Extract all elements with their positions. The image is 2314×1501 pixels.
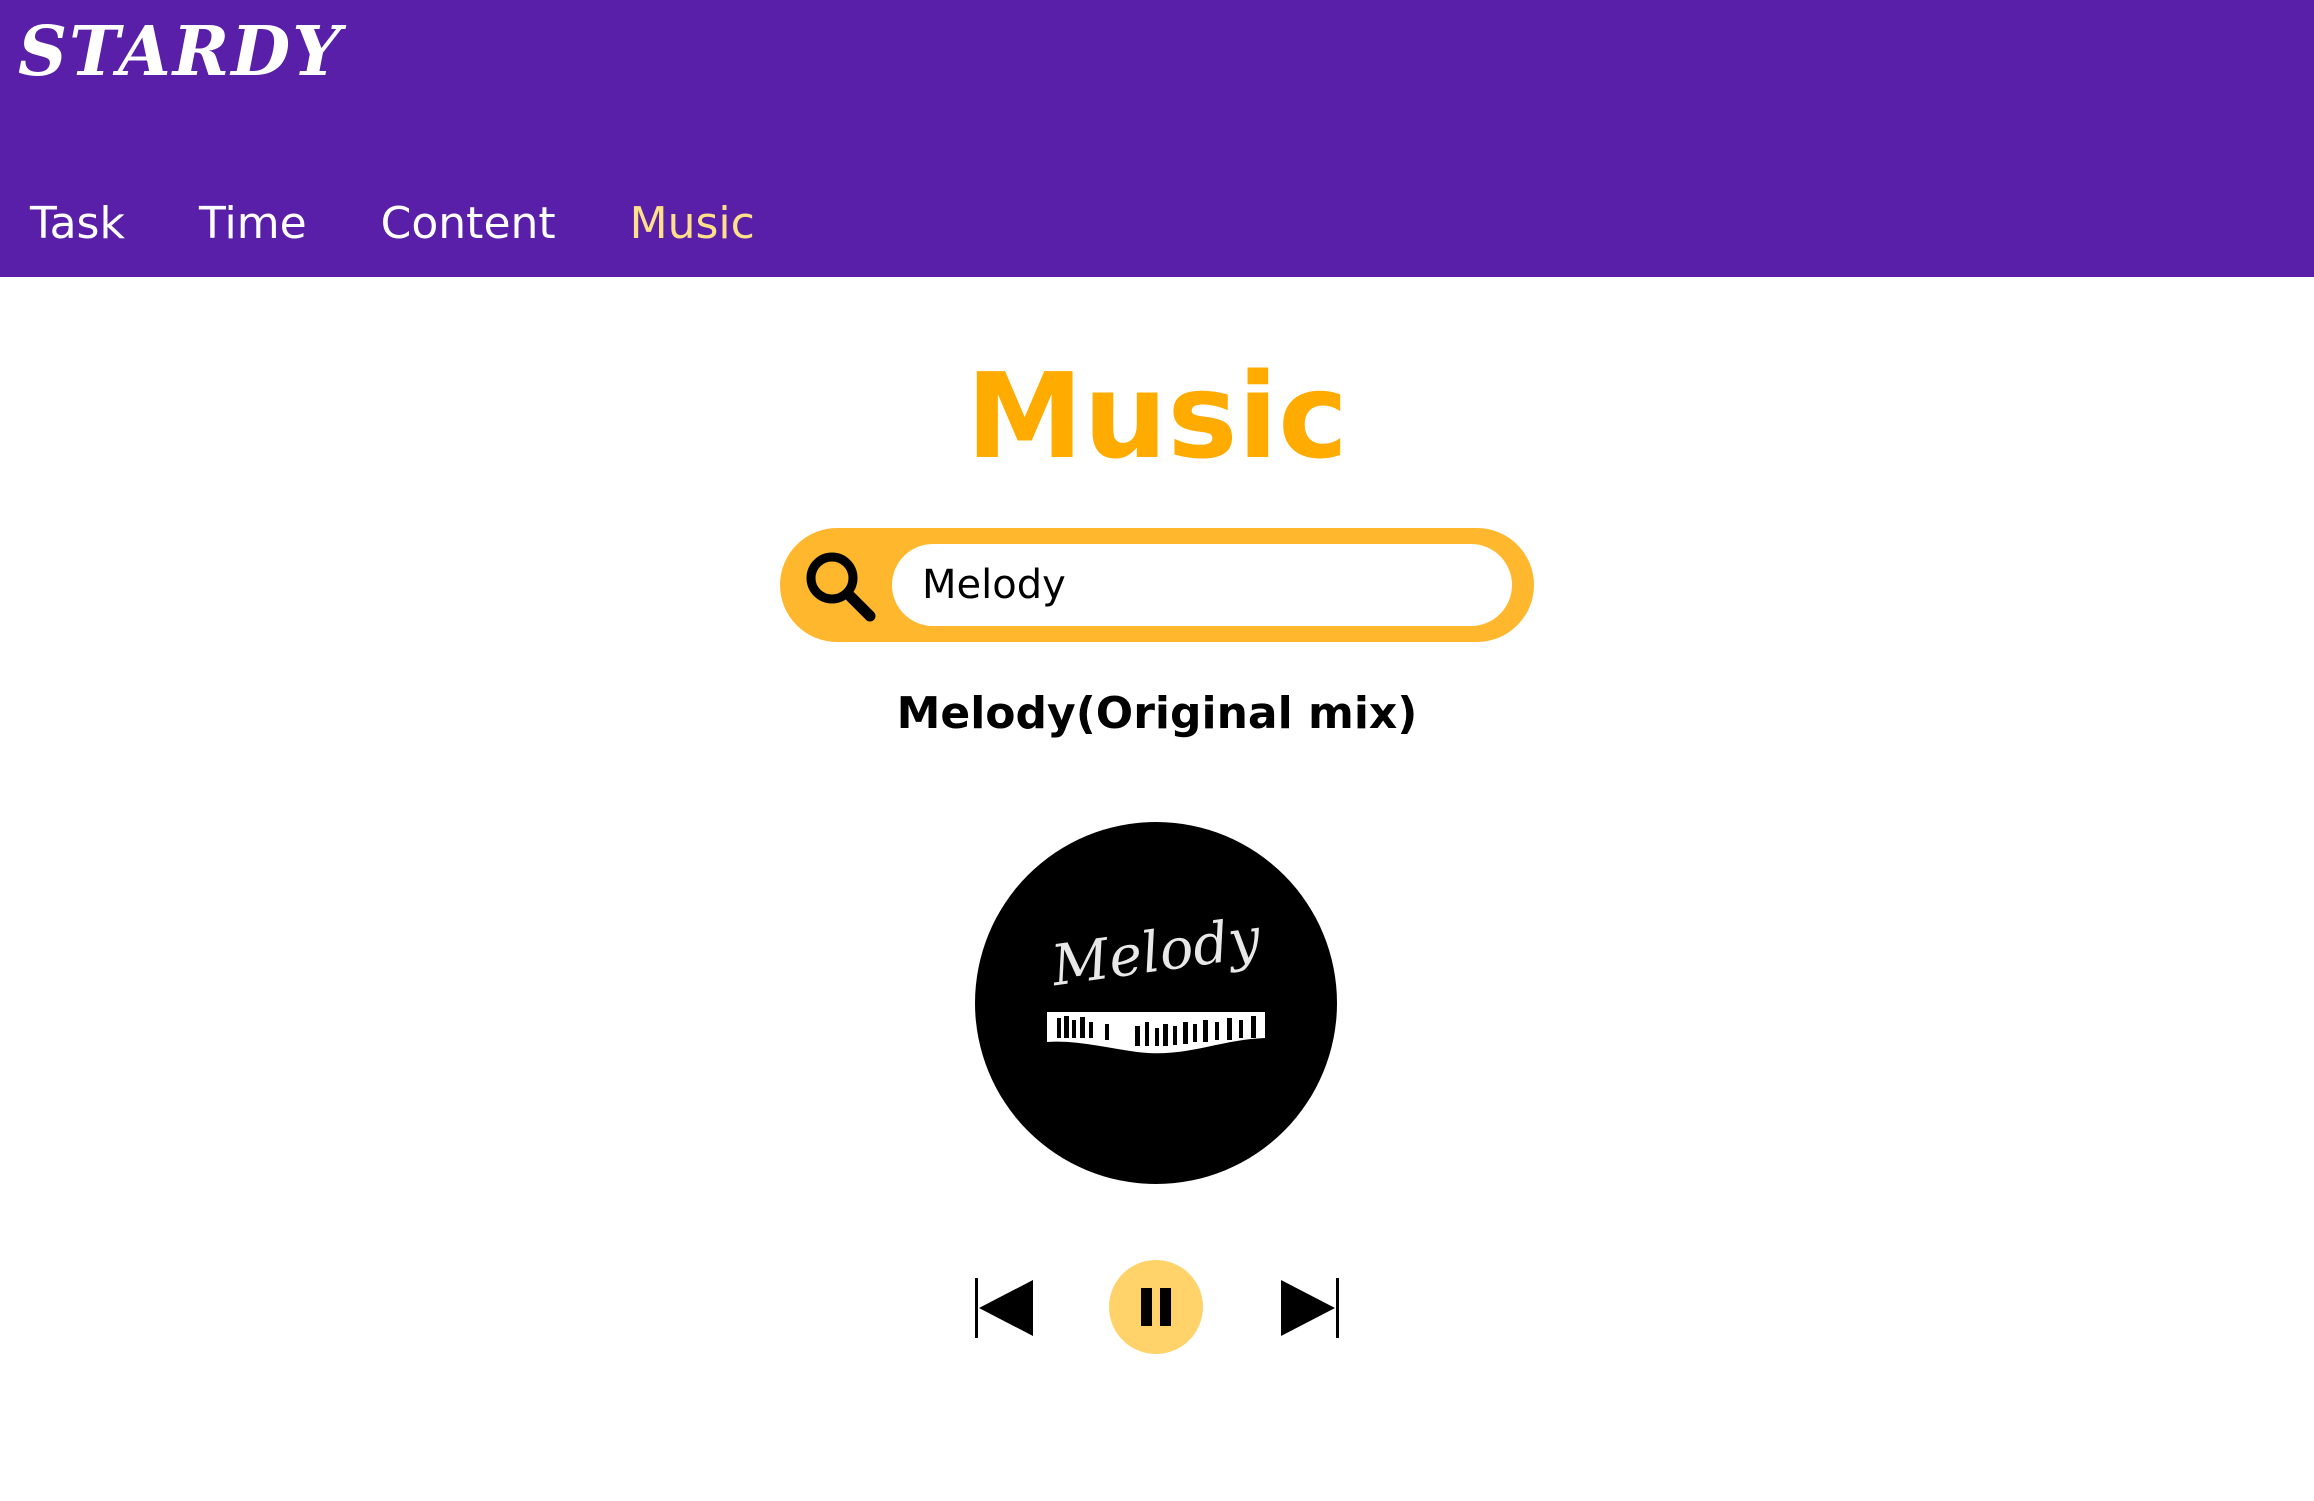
search-bar (780, 528, 1534, 642)
nav-item-music[interactable]: Music (630, 198, 755, 251)
album-cover-title: Melody (1047, 905, 1265, 1000)
nav-item-time[interactable]: Time (199, 198, 307, 251)
nav-item-content[interactable]: Content (381, 198, 556, 251)
page-title: Music (965, 347, 1349, 485)
album-cover-silhouette (1047, 1012, 1265, 1054)
skip-previous-icon[interactable] (975, 1274, 1035, 1342)
search-icon[interactable] (802, 548, 878, 624)
pause-button[interactable] (1109, 1260, 1203, 1354)
main-nav: Task Time Content Music (30, 198, 829, 251)
pause-icon (1141, 1288, 1171, 1326)
skip-next-icon[interactable] (1279, 1274, 1339, 1342)
track-title: Melody(Original mix) (896, 688, 1418, 739)
album-cover: Melody (975, 822, 1337, 1184)
app-logo[interactable]: STARDY (18, 18, 343, 86)
search-input[interactable] (892, 544, 1512, 626)
playback-controls (0, 1260, 2314, 1356)
top-bar: STARDY Task Time Content Music (0, 0, 2314, 277)
nav-item-task[interactable]: Task (30, 198, 125, 251)
